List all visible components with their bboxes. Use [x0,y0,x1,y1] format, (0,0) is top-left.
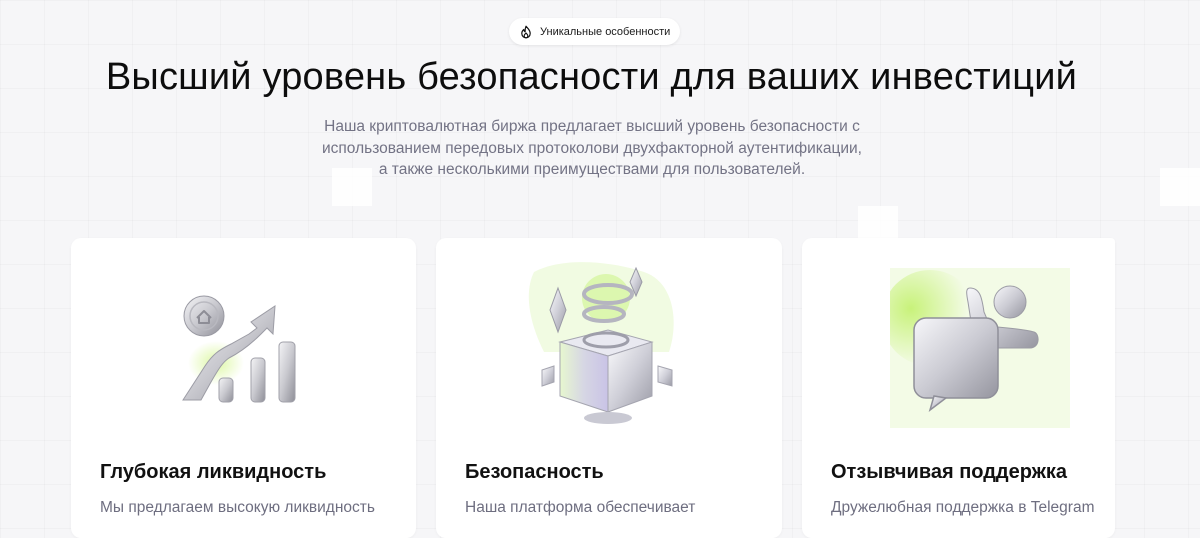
card-description: Мы предлагаем высокую ликвидность [100,499,375,516]
feature-card-liquidity[interactable]: Глубокая ликвидность Мы предлагаем высок… [71,238,416,538]
features-badge: Уникальные особенности [509,18,681,45]
fire-icon [519,25,533,39]
feature-card-security[interactable]: Безопасность Наша платформа обеспечивает [436,238,782,538]
growth-chart-icon [171,258,321,433]
page-title: Высший уровень безопасности для ваших ин… [105,56,1078,98]
secure-box-icon [524,262,694,437]
background-tile [858,206,898,238]
card-title: Отзывчивая поддержка [831,461,1068,483]
card-description: Дружелюбная поддержка в Telegram [831,499,1095,516]
support-chat-icon [882,268,1070,433]
card-title: Безопасность [465,461,604,483]
card-description: Наша платформа обеспечивает [465,499,696,516]
card-title: Глубокая ликвидность [100,461,327,483]
badge-label: Уникальные особенности [540,25,671,38]
page-subtitle: Наша криптовалютная биржа предлагает выс… [322,118,862,178]
feature-card-support[interactable]: Отзывчивая поддержка Дружелюбная поддерж… [802,238,1115,538]
background-tile [1160,168,1200,206]
